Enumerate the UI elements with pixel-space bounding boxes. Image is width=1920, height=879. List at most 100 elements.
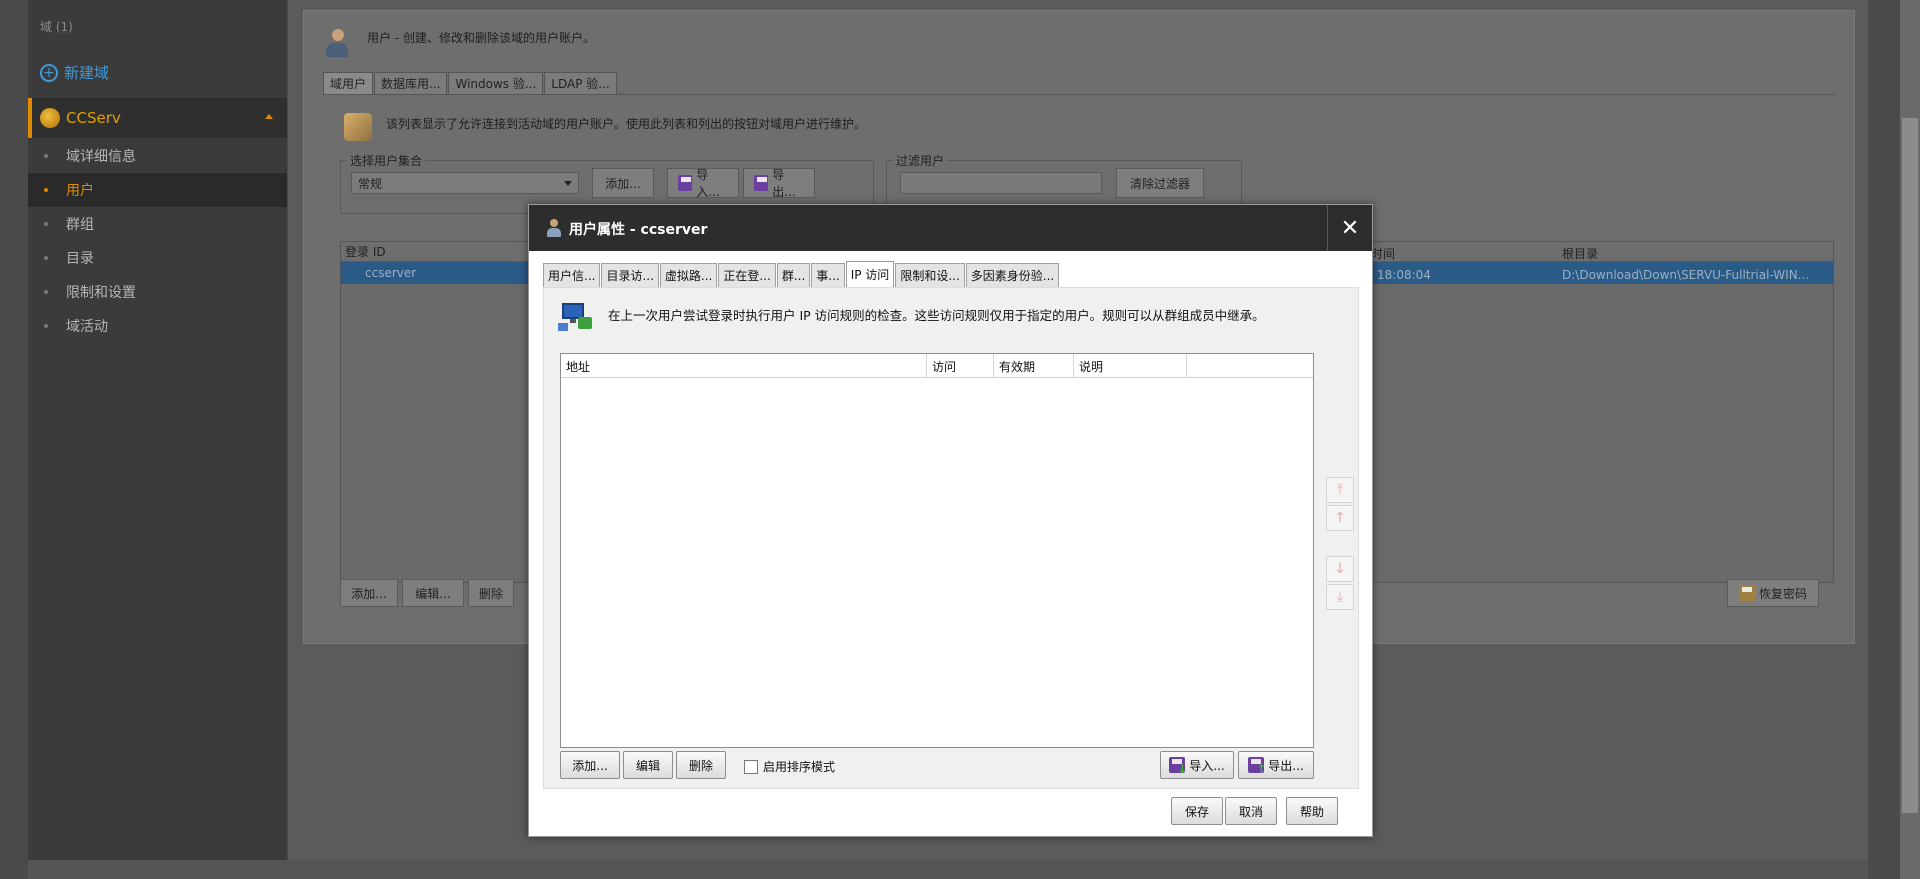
panel-heading-desc: - 创建、修改和删除该域的用户账户。 (391, 31, 595, 45)
tab-mfa[interactable]: 多因素身份验... (965, 263, 1060, 287)
tab-groups[interactable]: 群... (776, 263, 811, 287)
bullet-icon (44, 324, 48, 328)
ip-delete-button[interactable]: 删除 (676, 751, 726, 779)
col-description[interactable]: 说明 (1074, 354, 1187, 378)
sidebar-item-label: 域活动 (66, 319, 108, 335)
tab-ldap-auth[interactable]: LDAP 验... (544, 72, 617, 94)
sidebar-item-users[interactable]: 用户 (28, 173, 287, 207)
new-domain-link[interactable]: + 新建域 (40, 62, 109, 83)
main-import-button[interactable]: 导入... (667, 168, 739, 199)
domain-ccserv[interactable]: CCServ (28, 98, 287, 138)
sidebar-item-label: 用户 (66, 183, 94, 199)
export-icon: ↑ (1248, 757, 1266, 775)
bottom-add-button[interactable]: 添加... (340, 579, 398, 607)
help-button[interactable]: 帮助 (1286, 797, 1338, 825)
bullet-icon (44, 188, 48, 192)
ip-export-button[interactable]: ↑ 导出... (1238, 751, 1314, 779)
export-label: 导出... (772, 168, 796, 199)
dialog-header[interactable]: 用户属性 - ccserver ✕ (529, 205, 1372, 251)
import-icon (678, 175, 693, 191)
row-login: ccserver (365, 266, 417, 280)
scrollbar-thumb[interactable] (1902, 118, 1918, 813)
sidebar-item-directories[interactable]: 目录 (28, 241, 287, 275)
tab-logged-in[interactable]: 正在登... (718, 263, 776, 287)
tab-user-info[interactable]: 用户信... (543, 263, 601, 287)
domain-name: CCServ (66, 109, 121, 127)
col-address[interactable]: 地址 (561, 354, 927, 378)
sidebar-item-label: 目录 (66, 251, 94, 267)
edit-user-icon (344, 113, 372, 141)
export-icon (754, 175, 769, 191)
col-expiration[interactable]: 有效期 (994, 354, 1074, 378)
tab-ip-access[interactable]: IP 访问 (845, 261, 895, 287)
row-time: 18:08:04 (1377, 268, 1431, 282)
close-icon[interactable]: ✕ (1327, 205, 1372, 251)
row-home-dir: D:\Download\Down\SERVU-Fulltrial-WIN... (1562, 268, 1810, 282)
ip-edit-button[interactable]: 编辑 (623, 751, 673, 779)
collapse-caret-icon[interactable] (265, 114, 273, 119)
tab-domain-users[interactable]: 域用户 (323, 72, 374, 94)
save-button[interactable]: 保存 (1171, 797, 1223, 825)
move-up-icon[interactable]: ↑ (1326, 505, 1354, 531)
import-label: 导入... (696, 168, 720, 199)
col-home-dir[interactable]: 根目录 (1562, 245, 1598, 262)
tab-windows-auth[interactable]: Windows 验... (448, 72, 544, 94)
ip-add-button[interactable]: 添加... (560, 751, 620, 779)
filter-legend: 过滤用户 (893, 152, 948, 169)
sort-mode-label: 启用排序模式 (763, 760, 836, 774)
move-top-icon[interactable]: ⤒ (1326, 477, 1354, 503)
sidebar-item-label: 域详细信息 (66, 149, 136, 165)
ip-access-description: 在上一次用户尝试登录时执行用户 IP 访问规则的检查。这些访问规则仅用于指定的用… (608, 308, 1265, 323)
col-login-id[interactable]: 登录 ID (341, 243, 386, 260)
sort-mode-checkbox[interactable] (744, 759, 758, 774)
panel-heading: 用户 - 创建、修改和删除该域的用户账户。 (367, 29, 595, 46)
sidebar-item-limits[interactable]: 限制和设置 (28, 275, 287, 309)
sidebar-item-domain-details[interactable]: 域详细信息 (28, 139, 287, 173)
ip-access-panel: 在上一次用户尝试登录时执行用户 IP 访问规则的检查。这些访问规则仅用于指定的用… (543, 287, 1359, 789)
tab-database-users[interactable]: 数据库用... (374, 72, 448, 94)
domain-globe-icon (40, 108, 60, 128)
recover-password-label: 恢复密码 (1758, 586, 1807, 601)
col-time[interactable]: 时间 (1371, 245, 1395, 262)
user-set-select[interactable]: 常规 (351, 172, 579, 194)
main-export-button[interactable]: 导出... (743, 168, 815, 199)
bullet-icon (44, 290, 48, 294)
bottom-edit-button[interactable]: 编辑... (402, 579, 464, 607)
col-access[interactable]: 访问 (927, 354, 994, 378)
sidebar-item-label: 限制和设置 (66, 285, 136, 301)
user-icon (547, 219, 561, 237)
sidebar-item-groups[interactable]: 群组 (28, 207, 287, 241)
sidebar: 域 (1) + 新建域 CCServ 域详细信息 用户 群组 目录 限制和设置 … (28, 0, 287, 860)
bullet-icon (44, 154, 48, 158)
user-set-legend: 选择用户集合 (347, 152, 426, 169)
export-label: 导出... (1268, 758, 1304, 773)
tab-limits-settings[interactable]: 限制和设... (895, 263, 965, 287)
ip-rules-table: 地址 访问 有效期 说明 (560, 353, 1314, 748)
main-tabs: 域用户 数据库用... Windows 验... LDAP 验... (323, 72, 618, 94)
move-bottom-icon[interactable]: ⤓ (1326, 584, 1354, 610)
user-icon (326, 29, 350, 59)
cancel-button[interactable]: 取消 (1225, 797, 1277, 825)
move-down-icon[interactable]: ↓ (1326, 556, 1354, 582)
ip-rules-header: 地址 访问 有效期 说明 (561, 354, 1313, 378)
tab-directory-access[interactable]: 目录访... (601, 263, 659, 287)
recover-password-button[interactable]: 恢复密码 (1727, 579, 1819, 607)
key-icon (1738, 585, 1755, 601)
import-label: 导入... (1189, 758, 1225, 773)
sidebar-item-activity[interactable]: 域活动 (28, 309, 287, 343)
sort-mode-toggle[interactable]: 启用排序模式 (744, 758, 835, 775)
user-set-value: 常规 (358, 176, 383, 191)
network-access-icon (558, 301, 594, 333)
tab-events[interactable]: 事... (811, 263, 845, 287)
plus-circle-icon: + (40, 63, 58, 82)
filter-input[interactable] (900, 172, 1102, 194)
new-domain-label: 新建域 (64, 64, 110, 82)
dialog-title: 用户属性 - ccserver (569, 222, 708, 238)
clear-filter-button[interactable]: 清除过滤器 (1116, 168, 1204, 198)
tab-virtual-paths[interactable]: 虚拟路... (659, 263, 718, 287)
panel-heading-title: 用户 (367, 31, 392, 45)
main-add-button[interactable]: 添加... (592, 168, 654, 198)
tab-underline (323, 94, 1835, 95)
bottom-delete-button[interactable]: 删除 (468, 579, 514, 607)
ip-import-button[interactable]: ↓ 导入... (1160, 751, 1234, 779)
